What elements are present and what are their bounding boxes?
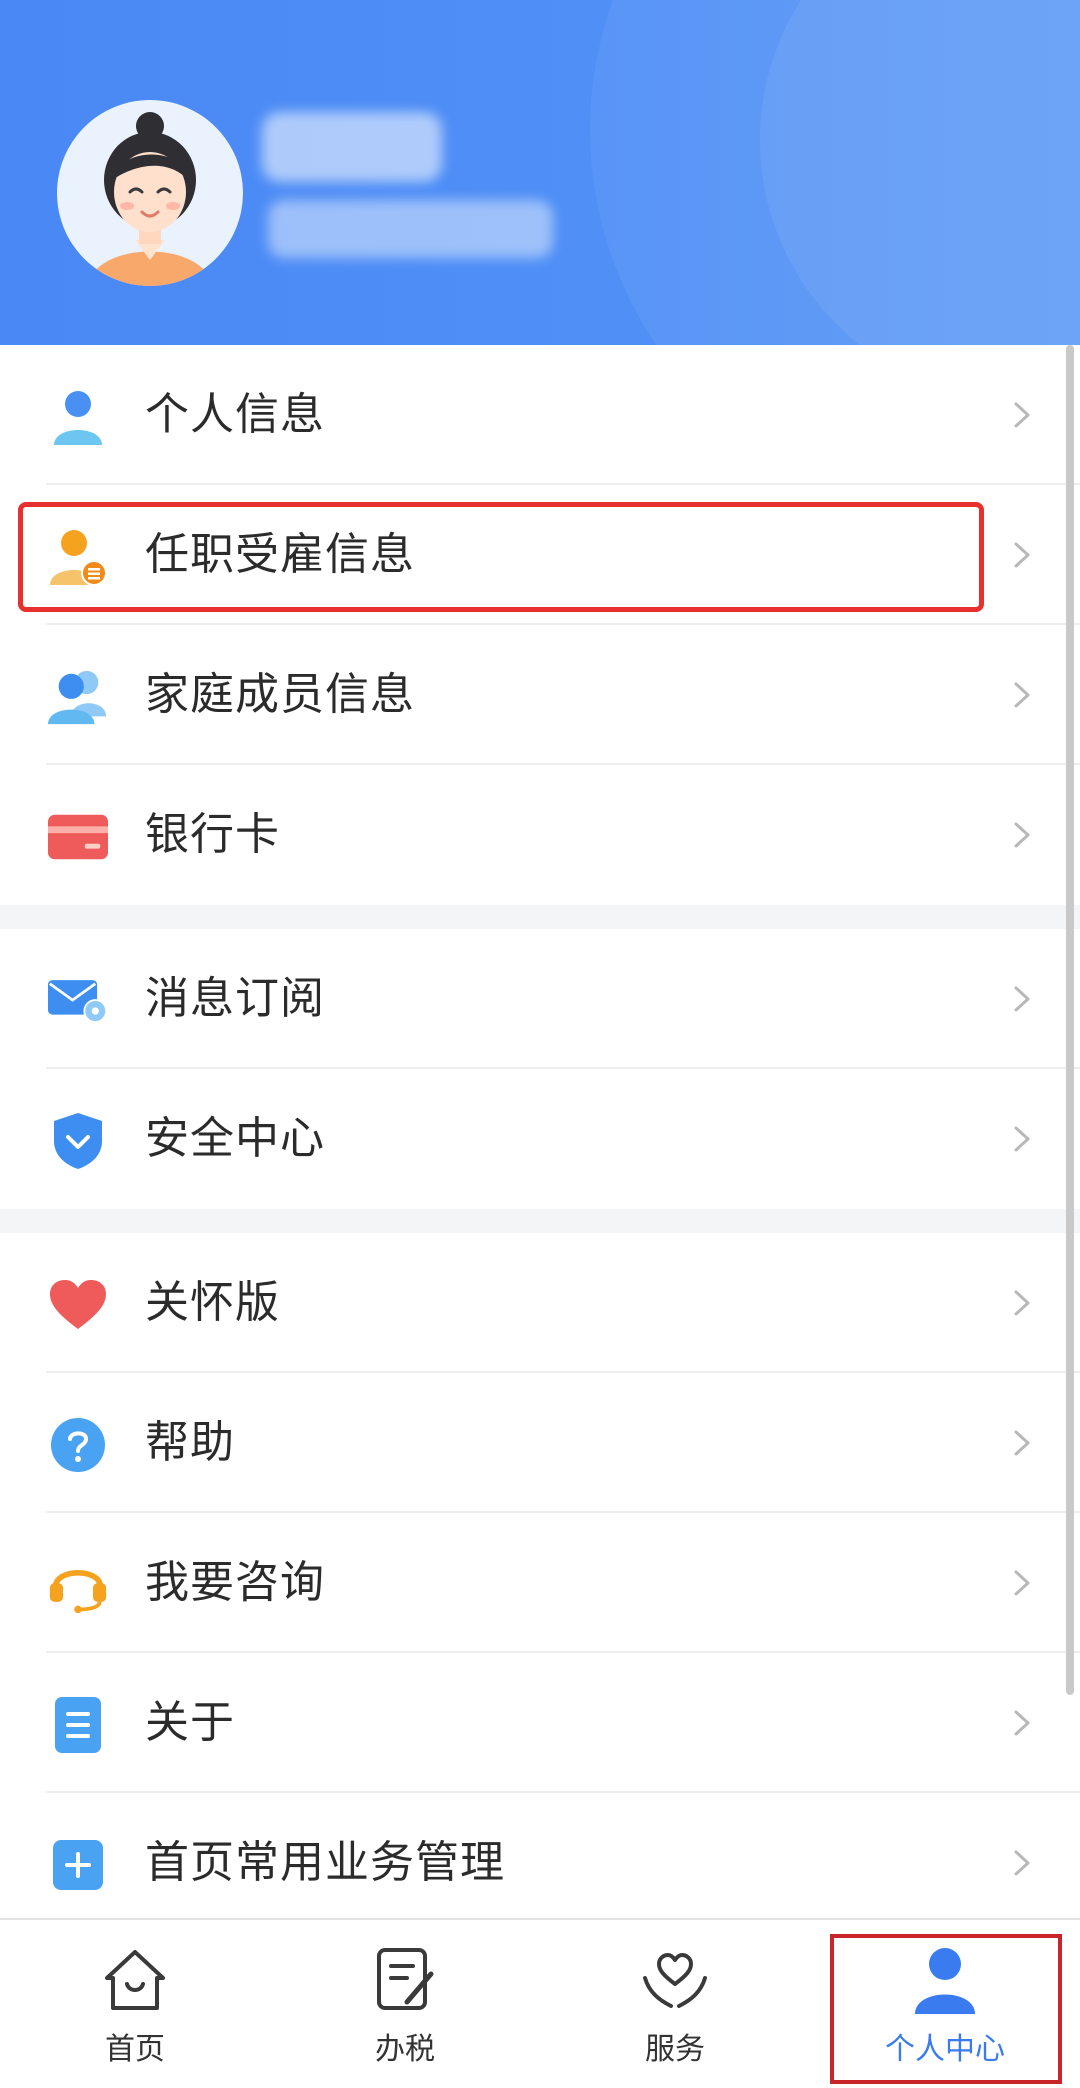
tab-label: 办税 xyxy=(375,2032,435,2067)
menu-item-label: 个人信息 xyxy=(145,389,325,440)
tab-label: 服务 xyxy=(645,2032,705,2067)
menu-item-label: 帮助 xyxy=(145,1417,235,1468)
menu-item-label: 我要咨询 xyxy=(145,1557,325,1608)
employment-icon xyxy=(48,527,108,587)
menu-item-label: 安全中心 xyxy=(145,1113,325,1164)
question-icon xyxy=(48,1415,108,1475)
plus-square-icon xyxy=(48,1835,108,1895)
tab-label: 首页 xyxy=(105,2032,165,2067)
chevron-right-icon xyxy=(1014,1290,1030,1316)
chevron-right-icon xyxy=(1014,1710,1030,1736)
profile-header xyxy=(0,0,1080,345)
tab-tax[interactable]: 办税 xyxy=(270,1920,540,2088)
chevron-right-icon xyxy=(1014,1570,1030,1596)
menu-item-label: 关于 xyxy=(145,1697,235,1748)
user-name-blurred xyxy=(262,112,442,182)
menu-item-security-center[interactable]: 安全中心 xyxy=(0,1069,1080,1209)
chevron-right-icon xyxy=(1014,822,1030,848)
user-icon xyxy=(915,1948,975,2014)
heart-icon xyxy=(48,1275,108,1335)
shield-icon xyxy=(48,1111,108,1171)
menu-group-profile: 个人信息 任职受雇信息 家庭成员信息 银行卡 xyxy=(0,345,1080,905)
family-icon xyxy=(48,667,108,727)
menu-item-label: 消息订阅 xyxy=(145,973,325,1024)
avatar[interactable] xyxy=(57,100,243,286)
section-gap xyxy=(0,1209,1080,1233)
tab-label: 个人中心 xyxy=(885,2032,1005,2067)
menu-item-personal-info[interactable]: 个人信息 xyxy=(0,345,1080,485)
menu-group-support: 关怀版 帮助 我要咨询 关于 首页常用业务管理 xyxy=(0,1233,1080,1933)
section-gap xyxy=(0,905,1080,929)
menu-item-home-business-management[interactable]: 首页常用业务管理 xyxy=(0,1793,1080,1933)
bank-card-icon xyxy=(48,807,108,867)
menu-item-help[interactable]: 帮助 xyxy=(0,1373,1080,1513)
heart-hands-icon xyxy=(643,1953,707,2008)
edit-doc-icon xyxy=(377,1948,434,2010)
menu-item-label: 家庭成员信息 xyxy=(145,669,415,720)
chevron-right-icon xyxy=(1014,1430,1030,1456)
chevron-right-icon xyxy=(1014,1126,1030,1152)
menu-item-label: 银行卡 xyxy=(145,809,280,860)
menu-group-settings: 消息订阅 安全中心 xyxy=(0,929,1080,1209)
menu-item-message-subscription[interactable]: 消息订阅 xyxy=(0,929,1080,1069)
bottom-tab-bar: 首页 办税 服务 个人中心 xyxy=(0,1918,1080,2088)
chevron-right-icon xyxy=(1014,682,1030,708)
chevron-right-icon xyxy=(1014,402,1030,428)
tab-personal-center[interactable]: 个人中心 xyxy=(810,1920,1080,2088)
menu-item-about[interactable]: 关于 xyxy=(0,1653,1080,1793)
headset-icon xyxy=(48,1555,108,1615)
user-id-blurred xyxy=(268,200,553,258)
tab-home[interactable]: 首页 xyxy=(0,1920,270,2088)
person-icon xyxy=(48,387,108,447)
chevron-right-icon xyxy=(1014,542,1030,568)
menu-item-bank-card[interactable]: 银行卡 xyxy=(0,765,1080,905)
menu-item-label: 关怀版 xyxy=(145,1277,280,1328)
menu-item-label: 首页常用业务管理 xyxy=(145,1837,505,1888)
tab-service[interactable]: 服务 xyxy=(540,1920,810,2088)
document-icon xyxy=(48,1695,108,1755)
chevron-right-icon xyxy=(1014,986,1030,1012)
menu-item-employment-info[interactable]: 任职受雇信息 xyxy=(0,485,1080,625)
home-icon xyxy=(105,1950,165,2010)
menu-item-family-info[interactable]: 家庭成员信息 xyxy=(0,625,1080,765)
menu-item-care-version[interactable]: 关怀版 xyxy=(0,1233,1080,1373)
scrollbar[interactable] xyxy=(1066,345,1074,1695)
menu-item-label: 任职受雇信息 xyxy=(145,529,415,580)
chevron-right-icon xyxy=(1014,1850,1030,1876)
menu-item-consult[interactable]: 我要咨询 xyxy=(0,1513,1080,1653)
mail-settings-icon xyxy=(48,971,108,1031)
